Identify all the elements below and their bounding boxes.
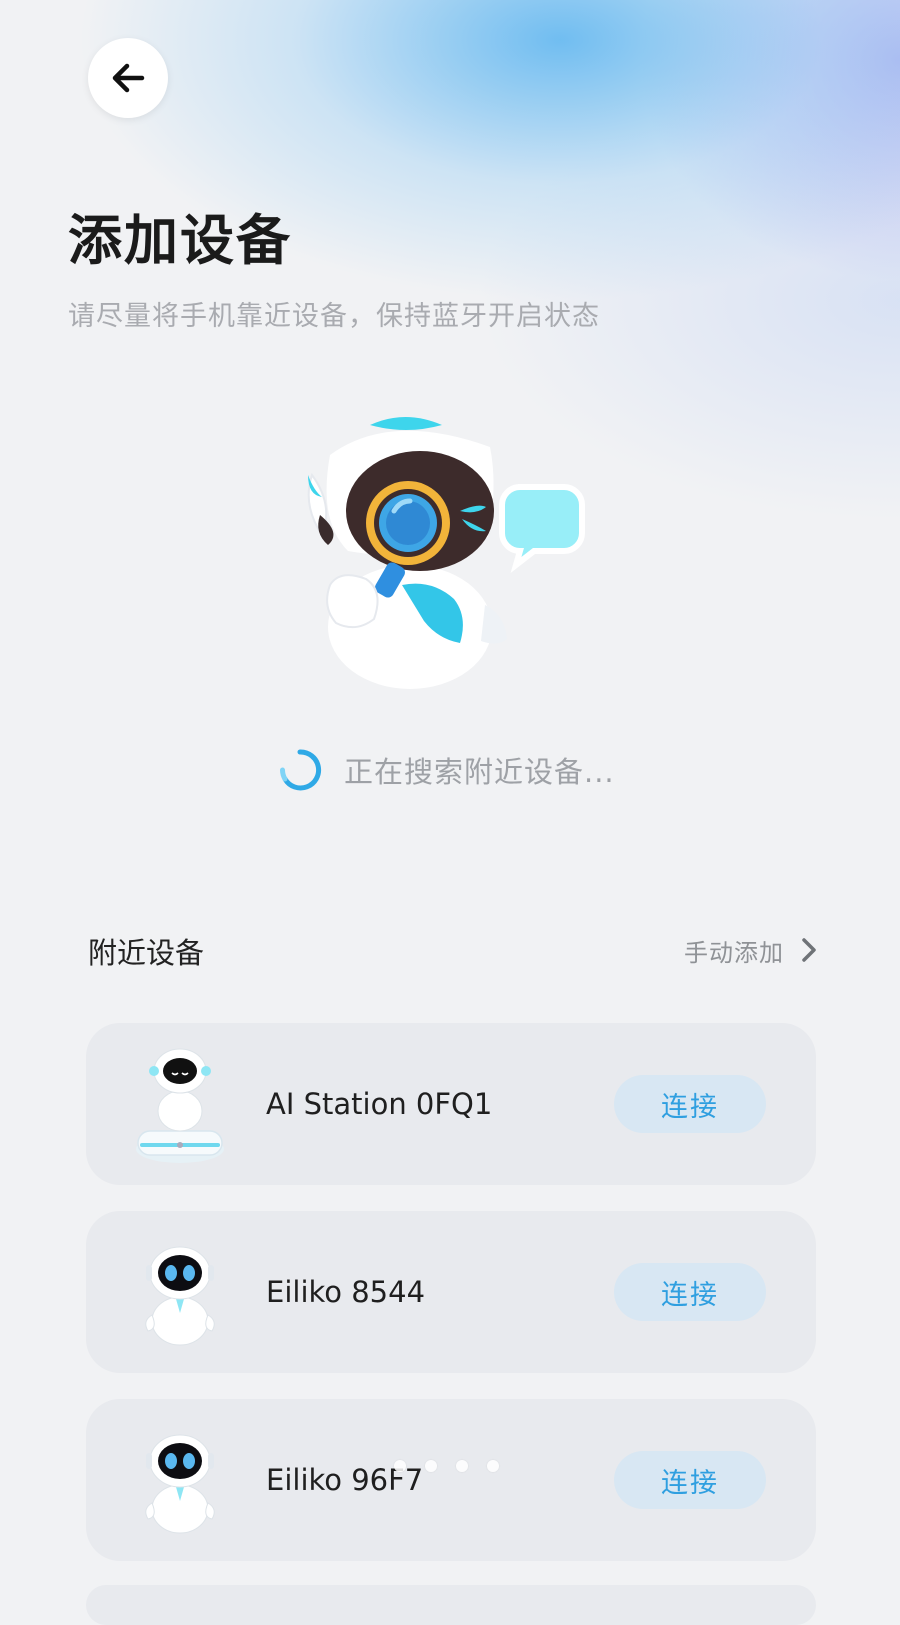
robot-with-magnifier-illustration [307,417,585,689]
ai-station-robot-icon [136,1048,224,1163]
eiliko-robot-icon [145,1246,215,1346]
device-name: AI Station 0FQ1 [266,1087,493,1121]
page-indicator-dot [425,1460,437,1472]
device-name: Eiliko 96F7 [266,1463,424,1497]
manual-add-label: 手动添加 [684,938,784,967]
page-subtitle: 请尽量将手机靠近设备，保持蓝牙开启状态 [68,301,600,332]
connect-button[interactable]: 连接 [614,1263,766,1321]
device-name: Eiliko 8544 [266,1275,426,1309]
connect-button[interactable]: 连接 [614,1451,766,1509]
page-title: 添加设备 [68,209,292,272]
connect-button[interactable]: 连接 [614,1075,766,1133]
searching-text: 正在搜索附近设备... [344,755,615,789]
page-indicator-dot [487,1460,499,1472]
manual-add-button[interactable]: 手动添加 [684,930,818,970]
device-card[interactable]: Eiliko 8544 连接 [86,1211,816,1373]
nearby-devices-title: 附近设备 [88,936,205,970]
page-indicator-dot [394,1460,406,1472]
device-card[interactable]: Eiliko 96F7 连接 [86,1399,816,1561]
nearby-devices-header: 附近设备 手动添加 [88,930,818,970]
loading-spinner-icon [280,749,322,791]
back-button[interactable] [88,38,168,118]
searching-status: 正在搜索附近设备... [278,745,615,795]
arrow-left-icon [112,63,145,93]
eiliko-robot-icon [145,1434,215,1534]
device-list: AI Station 0FQ1 连接 Eiliko 8544 连接 Eiliko… [86,1023,816,1587]
chevron-right-icon [802,938,816,962]
device-card[interactable]: AI Station 0FQ1 连接 [86,1023,816,1185]
device-card-peek [86,1585,816,1625]
page-indicator [394,1460,518,1472]
page-indicator-dot [456,1460,468,1472]
